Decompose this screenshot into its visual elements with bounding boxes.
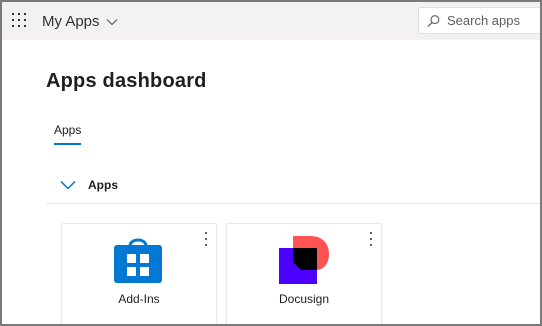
tab-apps[interactable]: Apps bbox=[54, 123, 81, 137]
app-name: Docusign bbox=[278, 292, 330, 306]
app-switcher[interactable]: My Apps bbox=[42, 13, 118, 30]
app-title: My Apps bbox=[42, 13, 100, 30]
apps-section-toggle[interactable]: Apps bbox=[60, 178, 118, 192]
more-options-icon[interactable] bbox=[204, 232, 208, 246]
app-name: Add-Ins bbox=[118, 292, 160, 306]
app-window: My Apps Apps dashboard Apps Apps bbox=[0, 0, 542, 326]
more-options-icon[interactable] bbox=[369, 232, 373, 246]
search-icon bbox=[427, 14, 440, 27]
section-divider bbox=[46, 203, 540, 204]
docusign-logo-icon bbox=[279, 236, 329, 284]
app-tile-docusign[interactable]: Docusign bbox=[226, 223, 382, 324]
main-content: Apps dashboard Apps Apps Add-Ins Docusig… bbox=[2, 40, 540, 324]
top-bar: My Apps bbox=[2, 2, 540, 40]
store-bag-icon bbox=[114, 238, 162, 283]
app-launcher-icon[interactable] bbox=[12, 13, 26, 27]
chevron-down-icon bbox=[60, 180, 76, 190]
section-label: Apps bbox=[88, 178, 118, 192]
chevron-down-icon bbox=[106, 18, 117, 25]
page-title: Apps dashboard bbox=[46, 70, 207, 92]
search-box[interactable] bbox=[418, 7, 540, 34]
app-tile-add-ins[interactable]: Add-Ins bbox=[61, 223, 217, 324]
search-input[interactable] bbox=[447, 13, 540, 28]
tab-selected-indicator bbox=[54, 143, 81, 145]
